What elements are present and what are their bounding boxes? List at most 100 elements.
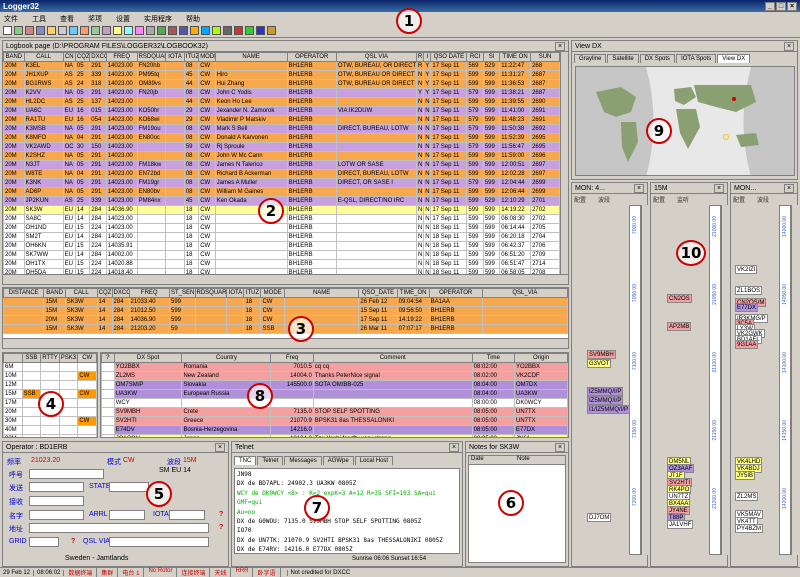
- column-header[interactable]: SI: [482, 52, 501, 62]
- band-map-spot[interactable]: JY5IB: [735, 471, 756, 480]
- band-map-spot[interactable]: AP2MB: [667, 322, 692, 332]
- column-header[interactable]: IOTA: [165, 52, 185, 62]
- table-row[interactable]: OM7SM/P Slovakia 145500.0 SOTA OM/BB-025 08:…: [101, 380, 568, 390]
- table-row[interactable]: 20M K2VV NA 05 291 14023.00 FN20jb 08 CW John C Y…: [3, 88, 560, 98]
- band-cell[interactable]: [58, 362, 79, 372]
- table-row[interactable]: 15M SK3W 14 284 21012.50 599 18 CW 15 Sep 11 09:5…: [3, 306, 568, 316]
- column-header[interactable]: FREQ: [105, 52, 138, 62]
- column-header[interactable]: Comment: [312, 353, 473, 363]
- column-header[interactable]: Origin: [514, 353, 568, 363]
- band-cell[interactable]: [21, 416, 42, 426]
- band-map-vscrollbar[interactable]: [721, 205, 728, 555]
- minimize-button[interactable]: _: [765, 2, 775, 11]
- toolbar-tool-icon[interactable]: [201, 26, 210, 35]
- column-header[interactable]: CALL: [23, 52, 64, 62]
- column-header[interactable]: IOTA: [226, 288, 245, 298]
- menu-item[interactable]: 帮助: [186, 16, 200, 23]
- band-cell[interactable]: [21, 380, 42, 390]
- column-header[interactable]: CQZ: [74, 52, 91, 62]
- column-header[interactable]: BAND: [3, 52, 25, 62]
- logbook-close-button[interactable]: ×: [555, 41, 565, 51]
- column-header[interactable]: ST_SEN: [168, 288, 196, 298]
- toolbar-tool-icon[interactable]: [179, 26, 188, 35]
- toolbar-tool-icon[interactable]: [223, 26, 232, 35]
- table-row[interactable]: 15M SK3W 14 284 21203.20 59 18 SSB 26 Mar 11 07:0…: [3, 324, 568, 334]
- table-row[interactable]: 20M K3MSB NA 05 291 14023.00 FM19ou 08 CW Mark S …: [3, 124, 560, 134]
- menu-item[interactable]: 奖项: [88, 16, 102, 23]
- column-header[interactable]: I: [423, 52, 432, 62]
- band-cell[interactable]: [21, 407, 42, 417]
- band-map-config-label[interactable]: 配置: [733, 198, 745, 204]
- band-map-spot[interactable]: E77DX: [735, 303, 759, 312]
- band-cell[interactable]: CW: [77, 371, 97, 381]
- band-cell[interactable]: SSB: [21, 389, 42, 399]
- rst-rcvd-input[interactable]: [29, 496, 84, 506]
- band-cell[interactable]: [40, 425, 60, 435]
- band-cell[interactable]: [21, 362, 42, 372]
- table-row[interactable]: 20M SM2T EU 14 284 14023.00 18 CW BH1ERB N N 18 Sep…: [3, 232, 560, 242]
- column-header[interactable]: DISTANCE: [3, 288, 45, 298]
- band-cell[interactable]: [58, 371, 79, 381]
- band-map-spot[interactable]: I1/IZ5MMQ/I/P: [587, 404, 631, 414]
- toolbar-tool-icon[interactable]: [69, 26, 78, 35]
- telnet-tab[interactable]: Local Host: [354, 456, 394, 465]
- column-header[interactable]: TIME ON: [499, 52, 532, 62]
- column-header[interactable]: NAME: [214, 52, 288, 62]
- grid-input[interactable]: [29, 537, 59, 547]
- column-header[interactable]: DX Spot: [113, 353, 183, 363]
- iota-input[interactable]: [169, 510, 205, 520]
- band-map-spot[interactable]: IZ5MMQ/I/P: [587, 395, 624, 405]
- band-cell[interactable]: [40, 371, 60, 381]
- grid-help-icon[interactable]: ?: [71, 538, 75, 545]
- toolbar-tool-icon[interactable]: [47, 26, 56, 35]
- toolbar-tool-icon[interactable]: [58, 26, 67, 35]
- band-map-config-label[interactable]: 配置: [653, 198, 665, 204]
- menu-item[interactable]: 工具: [32, 16, 46, 23]
- table-row[interactable]: 15M SK3W 14 284 21033.40 599 18 CW 26 Feb 12 09:0…: [3, 297, 568, 307]
- band-cell[interactable]: [77, 362, 97, 372]
- status-item[interactable]: 集群: [97, 568, 119, 577]
- column-header[interactable]: SUN: [530, 52, 560, 62]
- notes-close-button[interactable]: ×: [555, 442, 565, 452]
- operator-close-button[interactable]: ×: [215, 442, 225, 452]
- band-map-spot[interactable]: CN2OS: [667, 294, 692, 304]
- table-row[interactable]: JO1COVJapan18104.0Tnx Yoshi for rfty ver…: [101, 434, 568, 437]
- toolbar-tool-icon[interactable]: [267, 26, 276, 35]
- band-map-spot[interactable]: VK2IZI: [735, 264, 758, 274]
- column-header[interactable]: RCI: [466, 52, 484, 62]
- toolbar-tool-icon[interactable]: [190, 26, 199, 35]
- toolbar-tool-icon[interactable]: [234, 26, 243, 35]
- telnet-close-button[interactable]: ×: [449, 442, 459, 452]
- menu-item[interactable]: 设置: [116, 16, 130, 23]
- band-cell[interactable]: [58, 425, 79, 435]
- band-cell[interactable]: [77, 425, 97, 435]
- table-row[interactable]: 20M SK7WW EU 14 284 14002.00 18 CW BH1ERB N N 18 Se…: [3, 250, 560, 260]
- table-row[interactable]: 20M BG1RWS AS 24 318 14023.00 OM89vs 44 CW Hui Zh…: [3, 79, 560, 89]
- band-map-spot[interactable]: IZ5MMQ/I/P: [587, 387, 624, 396]
- column-header[interactable]: QSL_VIA: [481, 288, 568, 298]
- toolbar-tool-icon[interactable]: [14, 26, 23, 35]
- band-map-close-button[interactable]: ×: [784, 183, 794, 193]
- column-header[interactable]: MODE: [198, 52, 216, 62]
- toolbar-tool-icon[interactable]: [256, 26, 265, 35]
- name-input[interactable]: [29, 510, 84, 520]
- toolbar-tool-icon[interactable]: [91, 26, 100, 35]
- band-map-scale[interactable]: 14000.00 14050.00 14100.00 14150.00 14200.00: [779, 205, 791, 555]
- menu-item[interactable]: 查看: [60, 16, 74, 23]
- table-row[interactable]: 20M JH1XUP AS 25 339 14023.00 PM95tq 45 CW Hiro BH…: [3, 70, 560, 80]
- toolbar-tool-icon[interactable]: [212, 26, 221, 35]
- band-map-vscrollbar[interactable]: [791, 205, 798, 555]
- column-header[interactable]: QSO DATE: [430, 52, 468, 62]
- band-cell[interactable]: [40, 416, 60, 426]
- band-cell[interactable]: [21, 425, 42, 435]
- close-button[interactable]: ×: [787, 2, 797, 11]
- call-input[interactable]: [29, 469, 104, 479]
- column-header[interactable]: ITUZ: [183, 52, 200, 62]
- table-row[interactable]: 20M SK3W 14 284 14036.90 599 18 CW 17 Sep 11 14:1…: [3, 315, 568, 325]
- maximize-button[interactable]: □: [776, 2, 786, 11]
- column-header[interactable]: TIME_ON: [396, 288, 430, 298]
- table-row[interactable]: 20M K8MFO NA 04 291 14023.00 EN80oc 08 CW Donald …: [3, 133, 560, 143]
- table-row[interactable]: WCY 08:00:00 DK0WCY: [101, 398, 568, 408]
- column-header[interactable]: R: [416, 52, 425, 62]
- band-row[interactable]: 10M CW: [3, 371, 97, 381]
